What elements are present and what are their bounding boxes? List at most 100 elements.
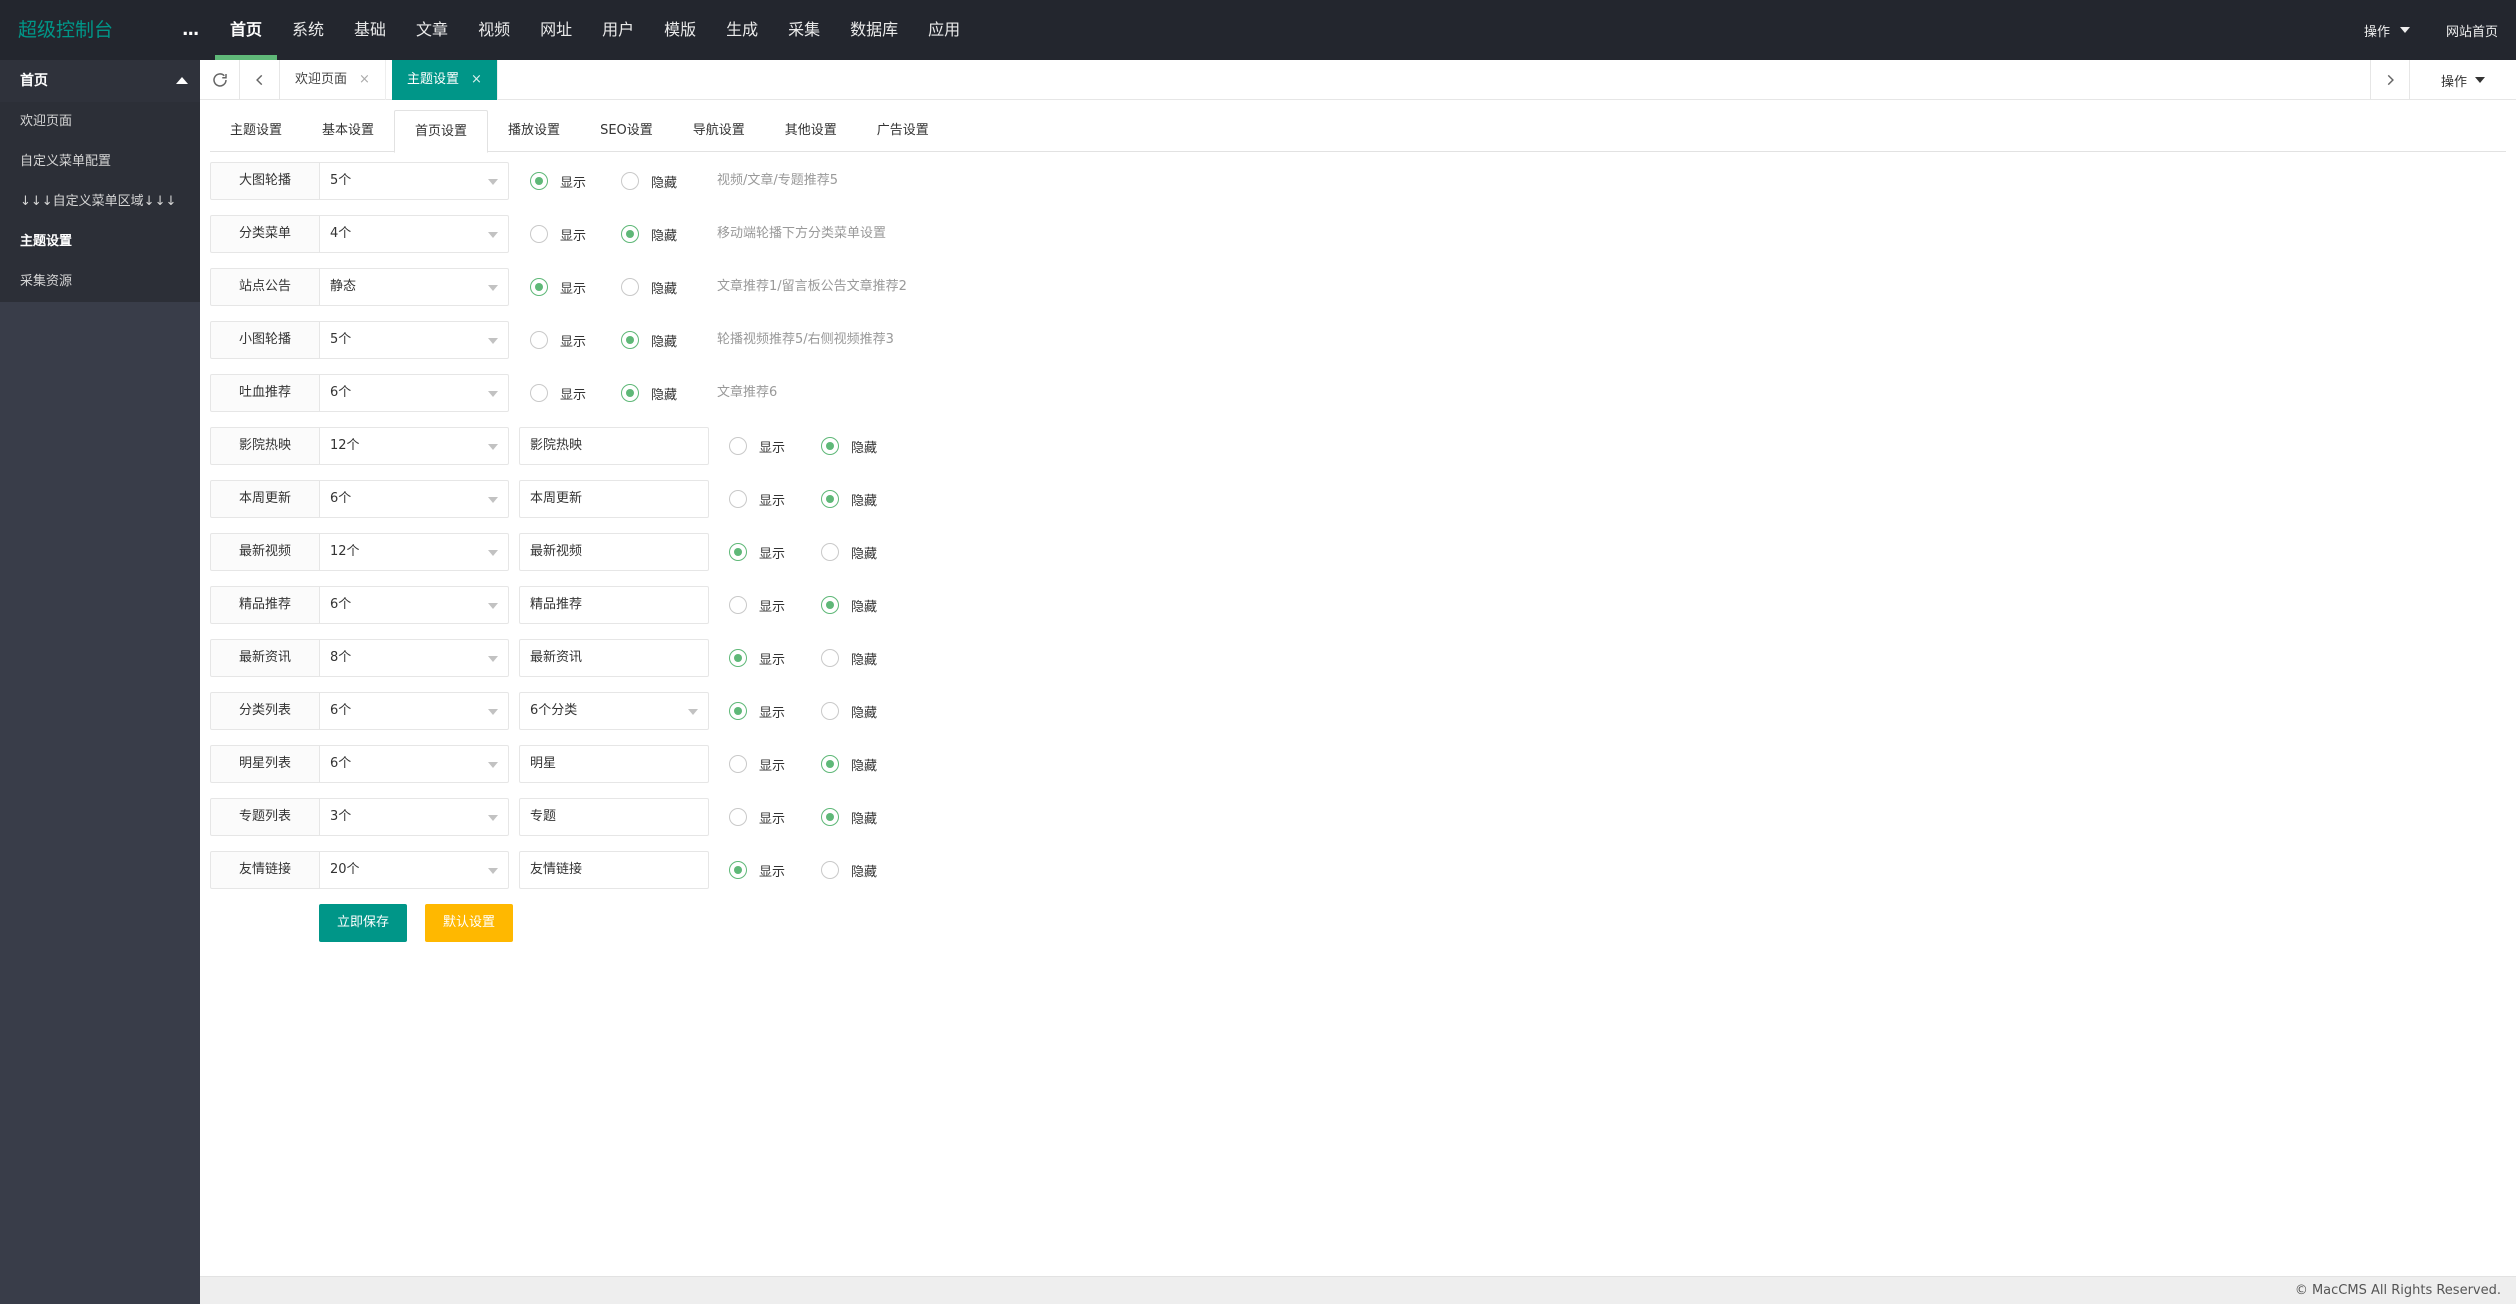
page-tab[interactable]: 欢迎页面 × <box>280 60 386 100</box>
count-select[interactable]: 6个 <box>319 586 509 624</box>
title-input[interactable]: 明星 <box>519 745 709 783</box>
sidebar-group-home[interactable]: 首页 <box>0 60 200 102</box>
radio-label: 隐藏 <box>651 334 678 350</box>
more-menu-icon[interactable]: ... <box>182 0 199 60</box>
top-nav-item[interactable]: 模版 <box>649 0 711 60</box>
top-nav-item[interactable]: 应用 <box>913 0 975 60</box>
count-select[interactable]: 8个 <box>319 639 509 677</box>
top-nav-item[interactable]: 数据库 <box>835 0 913 60</box>
top-nav-item[interactable]: 基础 <box>339 0 401 60</box>
radio-hide[interactable]: 隐藏 <box>821 586 877 624</box>
site-home-link[interactable]: 网站首页 <box>2428 21 2516 40</box>
top-nav-item[interactable]: 首页 <box>215 0 278 60</box>
close-icon[interactable]: × <box>471 72 482 87</box>
count-select[interactable]: 6个 <box>319 374 509 412</box>
count-select[interactable]: 6个 <box>319 692 509 730</box>
radio-show[interactable]: 显示 <box>729 851 785 889</box>
top-nav-item[interactable]: 生成 <box>711 0 773 60</box>
count-select[interactable]: 12个 <box>319 427 509 465</box>
radio-circle <box>729 755 747 773</box>
count-select[interactable]: 6个 <box>319 480 509 518</box>
settings-row: 友情链接 20个 友情链接 显示 隐藏 <box>210 851 1510 889</box>
count-select[interactable]: 静态 <box>319 268 509 306</box>
top-nav-item[interactable]: 采集 <box>773 0 835 60</box>
ops-menu-button[interactable]: 操作 <box>2346 21 2428 40</box>
title-input[interactable]: 精品推荐 <box>519 586 709 624</box>
tab-ops-label: 操作 <box>2440 74 2467 90</box>
radio-show[interactable]: 显示 <box>729 798 785 836</box>
radio-hide[interactable]: 隐藏 <box>821 851 877 889</box>
sidebar-item[interactable]: 主题设置 <box>0 222 200 262</box>
title-input[interactable]: 影院热映 <box>519 427 709 465</box>
radio-hide[interactable]: 隐藏 <box>621 268 677 306</box>
radio-hide[interactable]: 隐藏 <box>821 745 877 783</box>
title-input[interactable]: 友情链接 <box>519 851 709 889</box>
radio-hide[interactable]: 隐藏 <box>821 798 877 836</box>
radio-show[interactable]: 显示 <box>530 268 586 306</box>
default-settings-button[interactable]: 默认设置 <box>425 904 514 942</box>
count-select[interactable]: 3个 <box>319 798 509 836</box>
sidebar-item[interactable]: 欢迎页面 <box>0 102 200 142</box>
title-select[interactable]: 6个分类 <box>519 692 709 730</box>
title-input[interactable]: 最新资讯 <box>519 639 709 677</box>
count-select[interactable]: 5个 <box>319 162 509 200</box>
radio-hide[interactable]: 隐藏 <box>821 533 877 571</box>
radio-label: 隐藏 <box>851 546 878 562</box>
radio-hide[interactable]: 隐藏 <box>621 162 677 200</box>
count-select[interactable]: 6个 <box>319 745 509 783</box>
radio-label: 隐藏 <box>851 705 878 721</box>
radio-show[interactable]: 显示 <box>530 162 586 200</box>
radio-show[interactable]: 显示 <box>729 692 785 730</box>
radio-show[interactable]: 显示 <box>729 586 785 624</box>
radio-hide[interactable]: 隐藏 <box>621 374 677 412</box>
radio-show[interactable]: 显示 <box>530 215 586 253</box>
count-select[interactable]: 20个 <box>319 851 509 889</box>
page-tab[interactable]: 主题设置 × <box>392 60 498 100</box>
count-select[interactable]: 5个 <box>319 321 509 359</box>
settings-tab[interactable]: 广告设置 <box>857 110 949 152</box>
radio-show[interactable]: 显示 <box>530 374 586 412</box>
radio-hide[interactable]: 隐藏 <box>821 480 877 518</box>
settings-tab[interactable]: 其他设置 <box>765 110 857 152</box>
radio-show[interactable]: 显示 <box>729 533 785 571</box>
row-label: 友情链接 <box>210 851 320 889</box>
sidebar-item[interactable]: ↓↓↓自定义菜单区域↓↓↓ <box>0 182 200 222</box>
title-input[interactable]: 本周更新 <box>519 480 709 518</box>
settings-tab[interactable]: 播放设置 <box>488 110 580 152</box>
title-input[interactable]: 专题 <box>519 798 709 836</box>
sidebar-item[interactable]: 自定义菜单配置 <box>0 142 200 182</box>
save-button[interactable]: 立即保存 <box>319 904 408 942</box>
radio-show[interactable]: 显示 <box>729 745 785 783</box>
settings-tab[interactable]: 首页设置 <box>394 110 489 153</box>
radio-label: 隐藏 <box>651 281 678 297</box>
count-select[interactable]: 4个 <box>319 215 509 253</box>
title-input[interactable]: 最新视频 <box>519 533 709 571</box>
close-icon[interactable]: × <box>359 72 370 87</box>
radio-hide[interactable]: 隐藏 <box>621 215 677 253</box>
top-nav-item[interactable]: 系统 <box>277 0 339 60</box>
tab-scroll-right-icon[interactable] <box>2370 60 2410 100</box>
settings-tab[interactable]: 导航设置 <box>673 110 765 152</box>
radio-label: 显示 <box>759 546 786 562</box>
radio-hide[interactable]: 隐藏 <box>821 427 877 465</box>
settings-tab[interactable]: 基本设置 <box>302 110 394 152</box>
radio-show[interactable]: 显示 <box>729 427 785 465</box>
radio-hide[interactable]: 隐藏 <box>821 692 877 730</box>
settings-tab[interactable]: 主题设置 <box>210 110 302 152</box>
brand-title[interactable]: 超级控制台 <box>18 0 113 60</box>
top-nav-item[interactable]: 用户 <box>587 0 649 60</box>
tab-scroll-left-icon[interactable] <box>240 60 280 100</box>
radio-show[interactable]: 显示 <box>729 639 785 677</box>
radio-show[interactable]: 显示 <box>530 321 586 359</box>
refresh-icon[interactable] <box>200 60 240 100</box>
radio-hide[interactable]: 隐藏 <box>821 639 877 677</box>
tab-ops-button[interactable]: 操作 <box>2410 60 2516 100</box>
count-select[interactable]: 12个 <box>319 533 509 571</box>
radio-show[interactable]: 显示 <box>729 480 785 518</box>
top-nav-item[interactable]: 文章 <box>401 0 463 60</box>
settings-tab[interactable]: SEO设置 <box>580 110 673 152</box>
radio-hide[interactable]: 隐藏 <box>621 321 677 359</box>
top-nav-item[interactable]: 视频 <box>463 0 525 60</box>
sidebar-item[interactable]: 采集资源 <box>0 262 200 302</box>
top-nav-item[interactable]: 网址 <box>525 0 587 60</box>
